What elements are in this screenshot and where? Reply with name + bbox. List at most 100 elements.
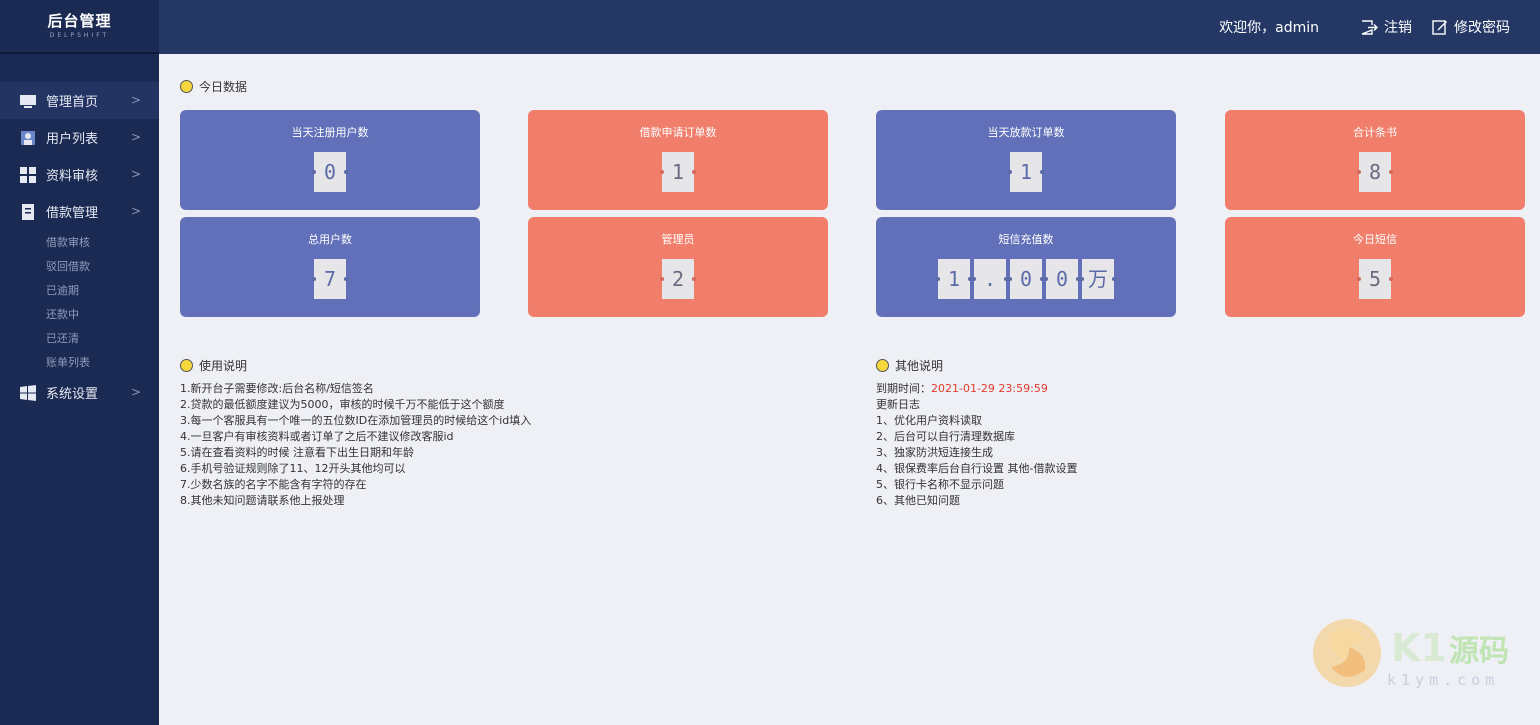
sidebar-item-users[interactable]: 用户列表 > [0, 119, 159, 156]
other-title: 其他说明 [876, 357, 943, 374]
stat-card: 短信充值数 1. 0 0 万 [876, 217, 1176, 317]
stat-card-title: 当天放款订单数 [987, 126, 1065, 139]
expire-value: 2021-01-29 23:59:59 [931, 382, 1048, 395]
stat-card: 今日短信 5 [1225, 217, 1525, 317]
stat-card: 当天放款订单数 1 [876, 110, 1176, 210]
expire-label: 到期时间： [876, 382, 931, 395]
other-notes: 到期时间：2021-01-29 23:59:59 更新日志 1、优化用户资料读取… [876, 381, 1077, 509]
sidebar-menu: 管理首页 > 用户列表 > 资料审核 > 借款管理 > 借款审核 驳回借款 已逾… [0, 82, 159, 411]
stat-card-value: 5 [1225, 259, 1525, 299]
watermark-url: k1ym.com [1387, 671, 1500, 689]
log-line: 6、其他已知问题 [876, 494, 960, 507]
logout-icon [1361, 19, 1378, 35]
change-password-link[interactable]: 修改密码 [1432, 17, 1510, 37]
submenu-item[interactable]: 驳回借款 [0, 254, 159, 278]
stat-card: 合计条书 8 [1225, 110, 1525, 210]
section-title-text: 其他说明 [895, 359, 944, 373]
stat-card-title: 短信充值数 [998, 233, 1054, 246]
usage-line: 1.新开台子需要修改:后台名称/短信签名 [180, 382, 374, 395]
svg-text:源码: 源码 [1449, 634, 1509, 669]
flip-digit: 8 [1357, 152, 1393, 192]
grid-icon [20, 166, 36, 183]
stat-card-value: 7 [180, 259, 480, 299]
chevron-right-icon: > [130, 204, 141, 218]
sidebar-item-label: 系统设置 [46, 387, 99, 402]
flip-digit: 万 [1080, 259, 1116, 299]
bullet-icon [876, 359, 889, 372]
chevron-right-icon: > [130, 93, 141, 107]
top-header: 欢迎你，admin 注销 修改密码 [159, 0, 1540, 54]
logo-subtitle: DELPSHIFT [49, 32, 110, 39]
stat-card: 管理员 2 [528, 217, 828, 317]
sidebar-item-home[interactable]: 管理首页 > [0, 82, 159, 119]
stat-card-value: 0 [180, 152, 480, 192]
stat-card-value: 1.00万 [876, 259, 1176, 299]
logo-title: 后台管理 [47, 12, 112, 30]
flip-digit: 0 [312, 152, 348, 192]
bullet-icon [180, 359, 193, 372]
usage-line: 6.手机号验证规则除了11、12开头其他均可以 [180, 462, 406, 475]
logo[interactable]: 后台管理 DELPSHIFT [0, 0, 159, 54]
svg-text:K1: K1 [1391, 626, 1447, 670]
flip-digit: 0 [1008, 259, 1044, 299]
stat-card: 总用户数 7 [180, 217, 480, 317]
sidebar-item-review[interactable]: 资料审核 > [0, 156, 159, 193]
flip-digit: 2 [660, 259, 696, 299]
log-line: 4、银保费率后台自行设置 其他-借款设置 [876, 462, 1078, 475]
user-icon [21, 130, 35, 145]
sidebar-item-loans[interactable]: 借款管理 > [0, 193, 159, 230]
change-password-label: 修改密码 [1454, 20, 1510, 36]
usage-line: 4.一旦客户有审核资料或者订单了之后不建议修改客服id [180, 430, 454, 443]
section-title-text: 使用说明 [199, 359, 248, 373]
sidebar-item-label: 借款管理 [46, 206, 99, 221]
stat-card-value: 2 [528, 259, 828, 299]
stat-card-title: 合计条书 [1353, 126, 1397, 139]
submenu-item[interactable]: 已还清 [0, 326, 159, 350]
usage-line: 2.贷款的最低额度建议为5000，审核的时候千万不能低于这个额度 [180, 398, 505, 411]
stat-card-title: 总用户数 [308, 233, 352, 246]
chevron-right-icon: > [130, 167, 141, 181]
submenu-item[interactable]: 账单列表 [0, 350, 159, 374]
flip-digit: 0 [1044, 259, 1080, 299]
edit-icon [1432, 20, 1447, 35]
bullet-icon [180, 80, 193, 93]
submenu-item[interactable]: 已逾期 [0, 278, 159, 302]
today-data-title: 今日数据 [180, 78, 247, 95]
stat-card-title: 借款申请订单数 [639, 126, 717, 139]
document-icon [22, 203, 34, 220]
main-content: 今日数据 当天注册用户数 0 借款申请订单数 1 当天放款订单数 1 合计条书 8 总用户数 7 管… [159, 54, 1540, 725]
logout-label: 注销 [1384, 20, 1412, 36]
stat-card-value: 8 [1225, 152, 1525, 192]
expire-row: 到期时间：2021-01-29 23:59:59 [876, 381, 1077, 397]
usage-notes: 1.新开台子需要修改:后台名称/短信签名 2.贷款的最低额度建议为5000，审核… [180, 381, 531, 509]
usage-line: 7.少数名族的名字不能含有字符的存在 [180, 478, 367, 491]
submenu-item[interactable]: 还款中 [0, 302, 159, 326]
log-line: 1、优化用户资料读取 [876, 414, 982, 427]
submenu-item[interactable]: 借款审核 [0, 230, 159, 254]
flip-digit: 1 [936, 259, 972, 299]
watermark-logo: K1 源码 k1ym.com [1309, 615, 1514, 695]
log-line: 2、后台可以自行清理数据库 [876, 430, 1015, 443]
sidebar-item-label: 用户列表 [46, 132, 99, 147]
stat-card-title: 今日短信 [1353, 233, 1397, 246]
usage-line: 5.请在查看资料的时候 注意看下出生日期和年龄 [180, 446, 414, 459]
flip-digit: 5 [1357, 259, 1393, 299]
usage-title: 使用说明 [180, 357, 247, 374]
usage-line: 3.每一个客服具有一个唯一的五位数ID在添加管理员的时候给这个id填入 [180, 414, 532, 427]
stat-card: 借款申请订单数 1 [528, 110, 828, 210]
flip-digit: 1 [1008, 152, 1044, 192]
log-line: 3、独家防洪短连接生成 [876, 446, 993, 459]
sidebar-item-settings[interactable]: 系统设置 > [0, 374, 159, 411]
stat-card-value: 1 [876, 152, 1176, 192]
logout-link[interactable]: 注销 [1361, 17, 1412, 37]
chevron-right-icon: > [130, 385, 141, 399]
sidebar-item-label: 资料审核 [46, 169, 99, 184]
usage-line: 8.其他未知问题请联系他上报处理 [180, 494, 345, 507]
windows-icon [20, 384, 36, 401]
monitor-icon [20, 94, 36, 108]
flip-digit: 7 [312, 259, 348, 299]
header-actions: 欢迎你，admin 注销 修改密码 [1219, 17, 1510, 37]
sidebar: 后台管理 DELPSHIFT 管理首页 > 用户列表 > 资料审核 > 借款管理… [0, 0, 159, 725]
flip-digit: 1 [660, 152, 696, 192]
section-title-text: 今日数据 [199, 80, 248, 94]
